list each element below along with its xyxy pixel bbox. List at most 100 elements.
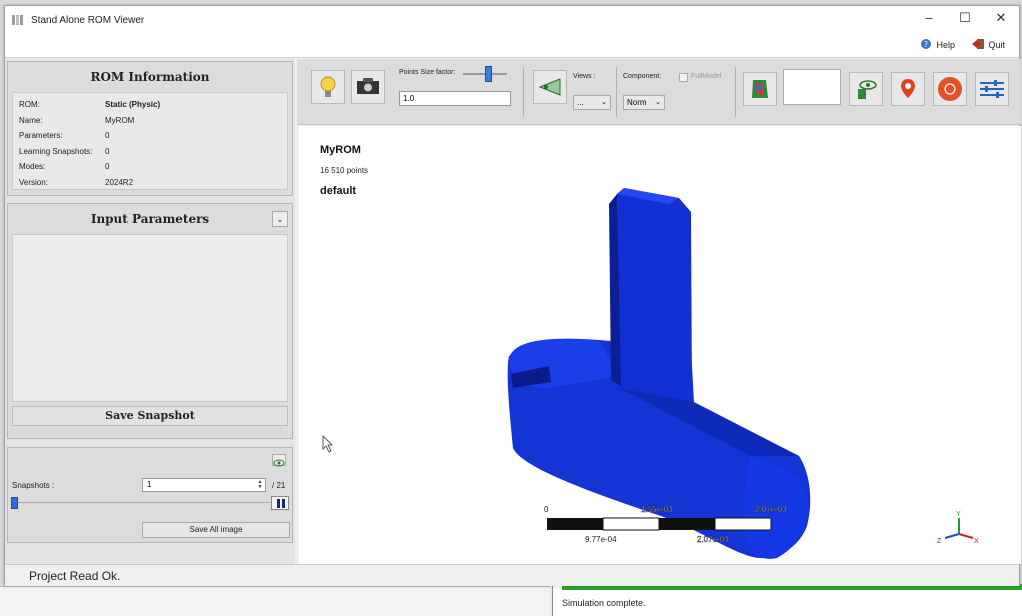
info-row-version: Version: 2024R2 [19, 175, 281, 191]
eye-icon [273, 455, 285, 472]
views-dropdown[interactable]: ... ⌄ [573, 95, 611, 110]
svg-text:Z: Z [937, 538, 942, 545]
toolbar-separator [523, 67, 524, 117]
status-bar: Project Read Ok. [5, 564, 1019, 586]
toolbar-separator [735, 67, 736, 117]
fullmodel-label: FullModel [691, 73, 722, 80]
chevron-down-icon: ⌄ [276, 214, 284, 224]
spin-arrows-icon[interactable]: ▲ ▼ [256, 480, 264, 490]
points-size-label: Points Size factor: [399, 69, 456, 76]
scale-bar-segment [547, 518, 603, 530]
info-key: Version: [19, 177, 48, 187]
info-row-modes: Modes: 0 [19, 159, 281, 175]
points-size-slider-handle[interactable] [485, 66, 492, 82]
model-vertical-plate [617, 188, 692, 402]
help-icon: ? [919, 38, 933, 52]
info-key: ROM: [19, 100, 40, 109]
mouse-cursor-icon [322, 435, 333, 453]
info-value: 0 [105, 162, 110, 171]
info-value: 0 [105, 146, 110, 156]
scale-bar-segment [659, 518, 715, 530]
component-dropdown[interactable]: Norm ⌄ [623, 95, 665, 110]
snapshots-total: / 21 [272, 481, 286, 490]
axis-triad-icon: Y X Z [937, 511, 979, 545]
eye-view-icon [534, 78, 566, 107]
background-status-text: Simulation complete. [562, 598, 646, 608]
left-sidebar: ROM Information ROM: Static (Physic) Name… [5, 59, 295, 564]
views-value: ... [577, 98, 584, 107]
camera-view-button[interactable] [533, 70, 567, 104]
window-title: Stand Alone ROM Viewer [31, 14, 145, 26]
app-icon [11, 13, 25, 27]
info-row-rom: ROM: Static (Physic) [19, 97, 281, 113]
3d-model-render: 0 1.55e-03 2.07e-03 9.77e-04 2.07e-03 Y … [322, 188, 979, 559]
screenshot-button[interactable] [351, 70, 385, 104]
lightbulb-button[interactable] [311, 70, 345, 104]
background-left-strip [0, 586, 550, 616]
info-row-parameters: Parameters: 0 [19, 128, 281, 144]
window-controls: – ☐ ✕ [911, 6, 1019, 34]
flower-icon [934, 77, 966, 109]
scale-lower-label: 2.07e-03 [697, 535, 729, 544]
eye-toggle-button[interactable] [272, 454, 286, 467]
snapshot-slider-handle[interactable] [11, 497, 18, 509]
info-row-name: Name: MyROM [19, 113, 281, 129]
save-snapshot-button[interactable]: Save Snapshot [12, 406, 288, 426]
chevron-down-icon: ⌄ [655, 99, 661, 106]
snapshot-spinbox[interactable]: 1 ▲ ▼ [142, 478, 266, 492]
color-preview-box[interactable] [783, 69, 841, 105]
info-value: MyROM [105, 115, 135, 125]
views-label: Views : [573, 73, 596, 80]
scale-bar-segment [714, 517, 772, 531]
snapshot-slider-track[interactable] [12, 502, 290, 503]
info-value: Static (Physic) [105, 100, 161, 109]
help-menu[interactable]: ? Help [919, 38, 955, 52]
snapshots-label: Snapshots : [12, 481, 55, 490]
colormap-button[interactable] [743, 72, 777, 106]
rom-info-box: ROM: Static (Physic) Name: MyROM Parameter… [12, 92, 288, 190]
eye-results-icon [850, 80, 882, 109]
fullmodel-checkbox[interactable] [679, 73, 688, 82]
rom-information-header: ROM Information [90, 70, 210, 84]
info-key: Modes: [19, 162, 46, 171]
probe-button[interactable] [891, 72, 925, 106]
3d-viewport[interactable]: MyROM 16 510 points default 0 1.55e-03 2… [299, 126, 1021, 564]
sliders-icon [976, 80, 1008, 109]
pause-button[interactable] [271, 496, 289, 510]
scale-min-label: 0 [544, 505, 549, 514]
toolbar-separator [616, 67, 617, 117]
collapse-button[interactable]: ⌄ [272, 211, 288, 227]
scale-mid-label: 1.55e-03 [641, 505, 673, 514]
svg-text:?: ? [924, 40, 928, 49]
toolbar: Points Size factor: 1.0 Views : ... ⌄ Com… [297, 59, 1021, 125]
minimize-button[interactable]: – [911, 6, 947, 30]
info-row-learning-snapshots: Learning Snapshots: 0 [19, 144, 281, 160]
menu-bar: ? Help Quit [5, 34, 1019, 58]
quit-menu[interactable]: Quit [971, 38, 1005, 52]
info-value: 2024R2 [105, 177, 134, 187]
info-value: 0 [105, 131, 110, 140]
points-size-input[interactable]: 1.0 [399, 91, 511, 106]
snapshot-value: 1 [147, 480, 152, 489]
scale-max-label: 2.07e-03 [755, 505, 787, 514]
snapshots-panel: Snapshots : 1 ▲ ▼ / 21 Save All image [7, 447, 293, 543]
lightbulb-icon [312, 76, 344, 107]
exit-icon [971, 38, 985, 52]
show-results-button[interactable] [849, 72, 883, 106]
scale-bar-segment [602, 517, 660, 531]
status-text: Project Read Ok. [29, 569, 121, 583]
save-all-image-button[interactable]: Save All image [142, 522, 290, 538]
maximize-button[interactable]: ☐ [947, 6, 983, 30]
rom-viewer-window: Stand Alone ROM Viewer – ☐ ✕ ? Help Quit… [4, 5, 1021, 586]
component-value: Norm [627, 98, 647, 107]
parameters-area [12, 234, 288, 402]
help-label: Help [936, 40, 955, 50]
info-key: Parameters: [19, 131, 63, 140]
svg-text:Y: Y [956, 511, 961, 518]
component-label: Component: [623, 73, 662, 80]
settings-sliders-button[interactable] [975, 72, 1009, 106]
location-pin-icon [892, 79, 924, 109]
desktop: Simulation complete. Stand Alone ROM Vie… [0, 0, 1022, 616]
close-button[interactable]: ✕ [983, 6, 1019, 30]
flower-button[interactable] [933, 72, 967, 106]
